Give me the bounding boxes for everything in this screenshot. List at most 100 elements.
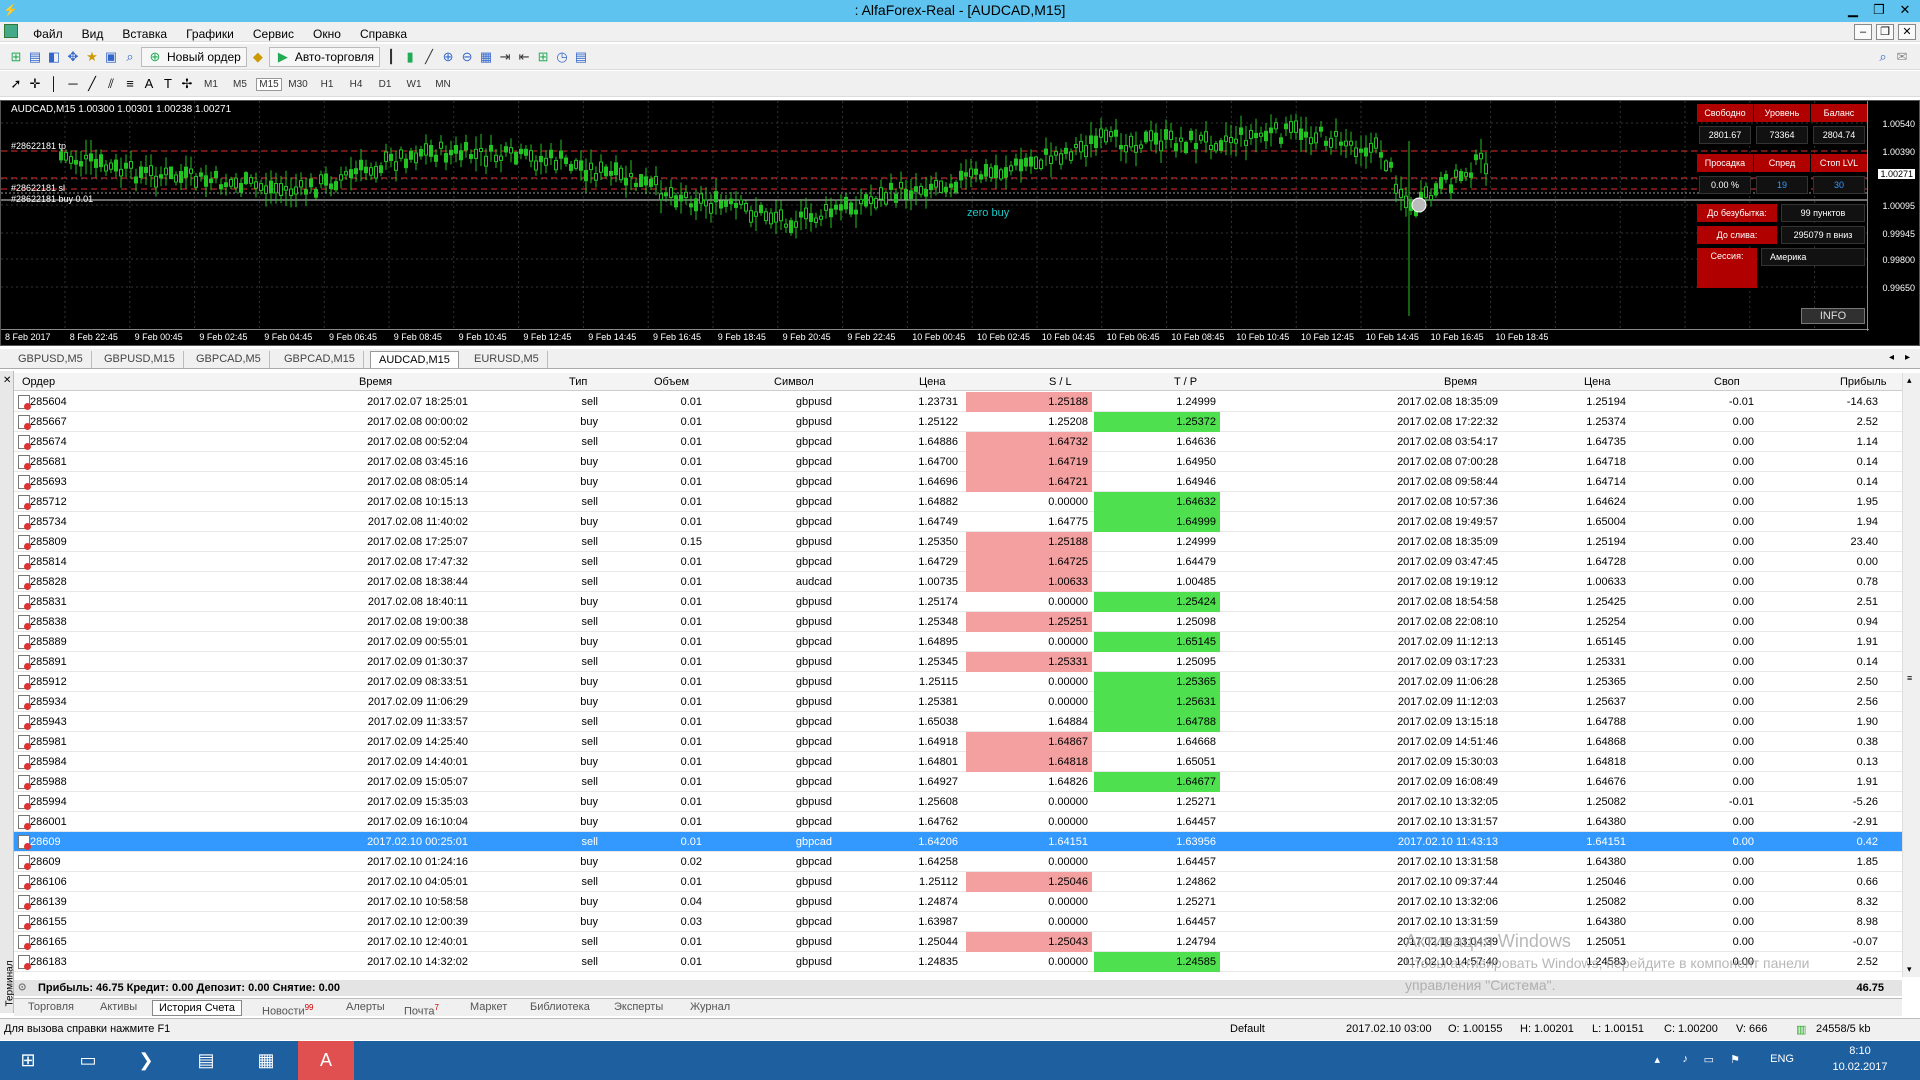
minimize-button[interactable]: ▁ [1840,0,1866,20]
table-row[interactable]: 285984 2017.02.09 14:40:01 buy 0.01 gbpcad 1.… [14,752,1902,772]
new-order-button[interactable]: ⊕ Новый ордер [141,47,247,67]
col-symbol[interactable]: Символ [774,376,814,388]
crosshair-icon[interactable]: ✛ [27,76,43,92]
metaeditor-icon[interactable]: ◆ [250,49,266,65]
fibonacci-icon[interactable]: ≡ [122,76,138,92]
text-icon[interactable]: A [141,76,157,92]
periods-icon[interactable]: ◷ [554,49,570,65]
chart-shift-icon[interactable]: ⇤ [516,49,532,65]
powershell-icon[interactable]: ❯ [118,1041,174,1080]
timeframe-h4[interactable]: H4 [343,79,369,90]
table-row[interactable]: 285809 2017.02.08 17:25:07 sell 0.15 gbpusd 1… [14,532,1902,552]
table-row[interactable]: 285667 2017.02.08 00:00:02 buy 0.01 gbpusd 1.… [14,412,1902,432]
templates-icon[interactable]: ▤ [573,49,589,65]
menu-insert[interactable]: Вставка [114,24,175,44]
menu-tools[interactable]: Сервис [245,24,302,44]
col-profit[interactable]: Прибыль [1840,376,1887,388]
bar-chart-icon[interactable]: ┃ [383,49,399,65]
table-row[interactable]: 285693 2017.02.08 08:05:14 buy 0.01 gbpcad 1.… [14,472,1902,492]
chart-tab-gbpcad-m5[interactable]: GBPCAD,M5 [188,351,270,368]
tab-mailbox[interactable]: Почта7 [398,1000,445,1018]
vertical-line-icon[interactable]: │ [46,76,62,92]
table-row[interactable]: 285943 2017.02.09 11:33:57 sell 0.01 gbpcad 1… [14,712,1902,732]
tray-arrow-icon[interactable]: ▴ [1654,1053,1660,1066]
table-row[interactable]: 285838 2017.02.08 19:00:38 sell 0.01 gbpusd 1… [14,612,1902,632]
mdi-close-button[interactable]: ✕ [1898,24,1916,40]
table-row[interactable]: 28609 2017.02.10 00:25:01 sell 0.01 gbpcad 1.… [14,832,1902,852]
table-row[interactable]: 286139 2017.02.10 10:58:58 buy 0.04 gbpusd 1.… [14,892,1902,912]
menu-help[interactable]: Справка [352,24,415,44]
table-row[interactable]: 285814 2017.02.08 17:47:32 sell 0.01 gbpcad 1… [14,552,1902,572]
scroll-grip-icon[interactable]: ≡ [1907,673,1912,683]
menu-charts[interactable]: Графики [178,24,242,44]
tabs-right-arrow-icon[interactable]: ▸ [1905,352,1910,363]
search-icon[interactable]: ⌕ [1875,49,1891,65]
channel-icon[interactable]: ⫽ [103,76,119,92]
col-open-time[interactable]: Время [359,376,392,388]
table-row[interactable]: 285889 2017.02.09 00:55:01 buy 0.01 gbpcad 1.… [14,632,1902,652]
alfaforex-taskbar-icon[interactable]: A [298,1041,354,1080]
mdi-minimize-button[interactable]: – [1854,24,1872,40]
scroll-up-icon[interactable]: ▴ [1907,375,1912,386]
timeframe-w1[interactable]: W1 [401,79,427,90]
child-window-icon[interactable] [4,24,18,38]
chart-tab-eurusd-m5[interactable]: EURUSD,M5 [466,351,548,368]
tab-news[interactable]: Новости99 [256,1000,320,1018]
col-sl[interactable]: S / L [1049,376,1072,388]
chart-tab-gbpcad-m15[interactable]: GBPCAD,M15 [276,351,364,368]
table-row[interactable]: 286155 2017.02.10 12:00:39 buy 0.03 gbpcad 1.… [14,912,1902,932]
col-open-price[interactable]: Цена [919,376,945,388]
tab-experts[interactable]: Эксперты [608,1000,669,1016]
market-watch-icon[interactable]: ◧ [46,49,62,65]
table-row[interactable]: 285681 2017.02.08 03:45:16 buy 0.01 gbpcad 1.… [14,452,1902,472]
zoom-in-icon[interactable]: ⊕ [440,49,456,65]
col-tp[interactable]: T / P [1174,376,1197,388]
timeframe-d1[interactable]: D1 [372,79,398,90]
col-volume[interactable]: Объем [654,376,689,388]
mdi-restore-button[interactable]: ❐ [1876,24,1894,40]
terminal-icon[interactable]: ▣ [103,49,119,65]
timeframe-m30[interactable]: M30 [285,79,311,90]
restore-button[interactable]: ❐ [1866,0,1892,20]
cursor-icon[interactable]: ➚ [8,76,24,92]
clock-time[interactable]: 8:10 [1830,1045,1890,1057]
menu-file[interactable]: Файл [25,24,71,44]
label-icon[interactable]: T [160,76,176,92]
tile-windows-icon[interactable]: ▦ [478,49,494,65]
line-chart-icon[interactable]: ╱ [421,49,437,65]
table-row[interactable]: 28609 2017.02.10 01:24:16 buy 0.02 gbpcad 1.6… [14,852,1902,872]
menu-window[interactable]: Окно [305,24,349,44]
timeframe-m5[interactable]: M5 [227,79,253,90]
speaker-icon[interactable]: ♪ [1683,1053,1689,1065]
tab-library[interactable]: Библиотека [524,1000,596,1016]
tab-market[interactable]: Маркет [464,1000,513,1016]
horizontal-line-icon[interactable]: ─ [65,76,81,92]
vertical-scrollbar[interactable]: ▴ ≡ ▾ [1902,373,1920,977]
col-swap[interactable]: Своп [1714,376,1740,388]
scroll-down-icon[interactable]: ▾ [1907,964,1912,975]
table-row[interactable]: 285734 2017.02.08 11:40:02 buy 0.01 gbpcad 1.… [14,512,1902,532]
navigator-icon[interactable]: ★ [84,49,100,65]
table-row[interactable]: 285994 2017.02.09 15:35:03 buy 0.01 gbpusd 1.… [14,792,1902,812]
tab-account-history[interactable]: История Счета [152,1000,243,1016]
table-row[interactable]: 285604 2017.02.07 18:25:01 sell 0.01 gbpusd 1… [14,392,1902,412]
col-type[interactable]: Тип [569,376,587,388]
auto-trading-button[interactable]: ▶ Авто-торговля [268,47,381,67]
profiles-icon[interactable]: ▤ [27,49,43,65]
terminal-close-icon[interactable]: ✕ [3,375,11,386]
table-row[interactable]: 285712 2017.02.08 10:15:13 sell 0.01 gbpcad 1… [14,492,1902,512]
menu-view[interactable]: Вид [74,24,112,44]
flag-icon[interactable]: ⚑ [1730,1053,1740,1066]
table-row[interactable]: 286001 2017.02.09 16:10:04 buy 0.01 gbpcad 1.… [14,812,1902,832]
table-row[interactable]: 285912 2017.02.09 08:33:51 buy 0.01 gbpusd 1.… [14,672,1902,692]
tab-journal[interactable]: Журнал [684,1000,736,1016]
strategy-tester-icon[interactable]: ⌕ [122,49,138,65]
table-row[interactable]: 285891 2017.02.09 01:30:37 sell 0.01 gbpusd 1… [14,652,1902,672]
timeframe-m1[interactable]: M1 [198,79,224,90]
table-row[interactable]: 285831 2017.02.08 18:40:11 buy 0.01 gbpusd 1.… [14,592,1902,612]
candlestick-icon[interactable]: ▮ [402,49,418,65]
network-icon[interactable]: ▭ [1704,1053,1714,1066]
price-chart[interactable]: AUDCAD,M15 1.00300 1.00301 1.00238 1.002… [0,100,1920,346]
chart-tab-gbpusd-m15[interactable]: GBPUSD,M15 [96,351,184,368]
tab-alerts[interactable]: Алерты [340,1000,391,1016]
